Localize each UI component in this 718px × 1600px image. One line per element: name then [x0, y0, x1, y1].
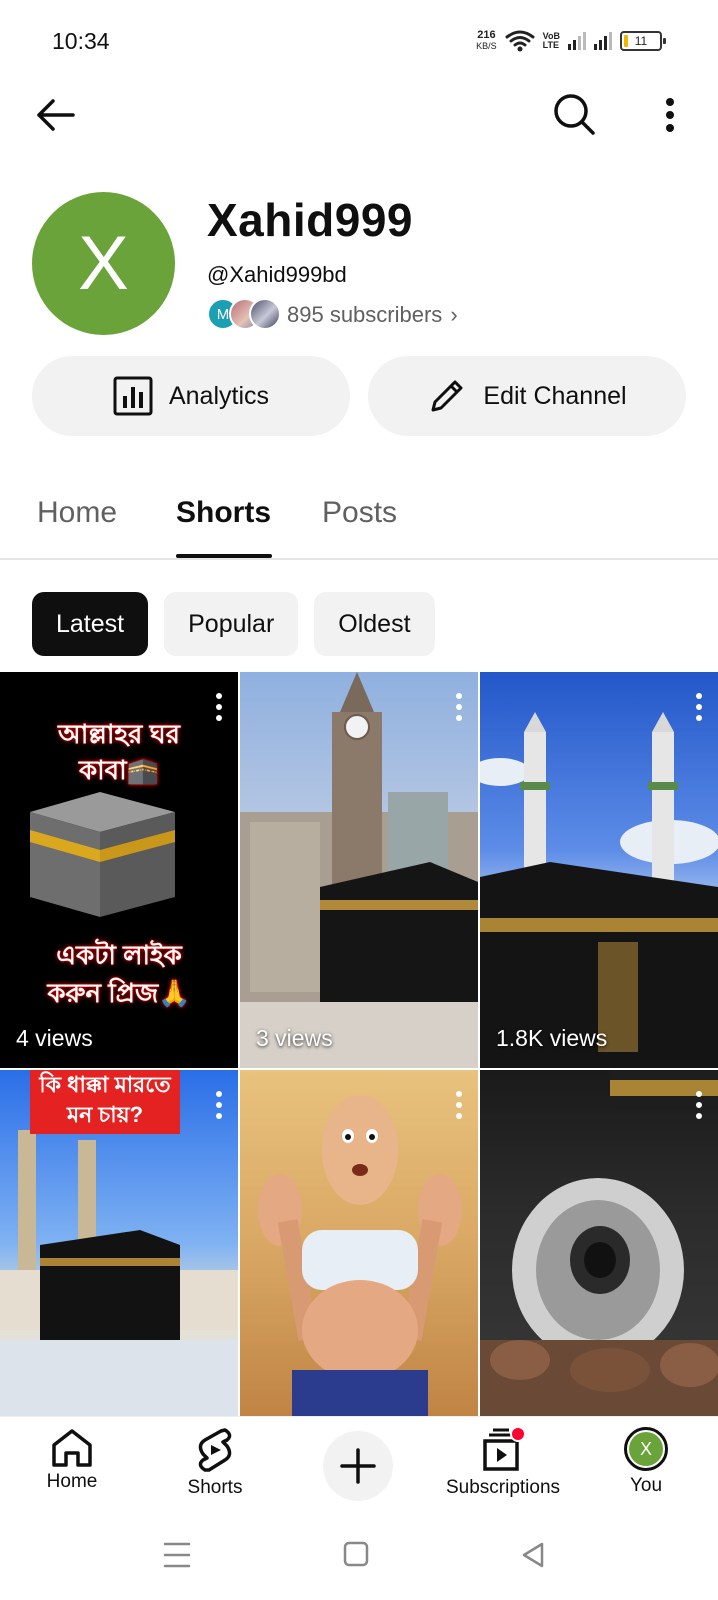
top-app-bar [0, 80, 718, 146]
active-tab-indicator [176, 554, 272, 558]
sort-chips: Latest Popular Oldest [32, 592, 435, 656]
plus-icon [340, 1448, 376, 1484]
subscriber-count: 895 subscribers [287, 302, 443, 327]
network-speed: 216 KB/S [476, 30, 497, 52]
thumbnail-caption: একটা লাইক করুন প্রিজ🙏 [47, 940, 191, 1008]
funny-person-image [258, 1095, 462, 1416]
search-button[interactable] [548, 88, 600, 140]
subscriber-avatar [249, 298, 281, 330]
short-thumbnail[interactable] [240, 1070, 478, 1416]
recent-apps-icon[interactable] [163, 1540, 191, 1570]
channel-tabs: Home Shorts Posts [0, 470, 718, 560]
more-vert-icon[interactable] [694, 1090, 704, 1120]
status-bar: 10:34 216 KB/S VoB LTE 11 [0, 0, 718, 80]
back-triangle-icon[interactable] [520, 1540, 546, 1570]
tab-posts[interactable]: Posts [322, 496, 397, 530]
nav-home-label: Home [46, 1471, 98, 1492]
nav-subscriptions-label: Subscriptions [445, 1477, 561, 1498]
status-time: 10:34 [52, 28, 110, 54]
subscriber-avatar-letter: M [216, 305, 230, 323]
analytics-label: Analytics [168, 381, 270, 410]
battery-icon: 11 [620, 31, 666, 51]
thumbnail-caption: কি ধাক্কা মারতে মন চায়? [30, 1070, 180, 1134]
clock-tower-image [240, 672, 478, 1068]
back-arrow-icon [37, 99, 75, 131]
short-thumbnail[interactable]: কি ধাক্কা মারতে মন চায়? [0, 1070, 238, 1416]
edit-channel-button[interactable]: Edit Channel [368, 356, 686, 436]
nav-you-label: You [629, 1475, 663, 1496]
you-avatar-letter: X [629, 1432, 663, 1466]
channel-avatar[interactable]: X [32, 192, 175, 335]
more-vert-icon[interactable] [454, 692, 464, 722]
channel-handle: @Xahid999bd [207, 262, 347, 287]
short-thumbnail[interactable] [480, 1070, 718, 1416]
notification-dot [510, 1427, 526, 1442]
nav-you[interactable]: X You [576, 1427, 716, 1497]
home-square-icon[interactable] [343, 1540, 369, 1568]
subscribers-link[interactable]: M 895 subscribers › [207, 298, 458, 332]
view-count: 1.8K views [496, 1025, 608, 1051]
nav-subscriptions[interactable]: Subscriptions [433, 1427, 573, 1499]
more-options-button[interactable] [650, 90, 690, 140]
chip-latest[interactable]: Latest [32, 592, 149, 656]
shorts-grid: আল্লাহর ঘর কাবা🕋 একটা লাইক করুন প্রিজ🙏 4… [0, 672, 718, 1416]
nav-shorts-label: Shorts [187, 1477, 243, 1498]
volte-bottom: LTE [542, 40, 559, 50]
more-vert-icon[interactable] [214, 692, 224, 722]
network-speed-unit: KB/S [476, 41, 497, 51]
more-vert-icon[interactable] [214, 1090, 224, 1120]
bottom-navigation: Home Shorts Subscriptions X You [0, 1416, 718, 1512]
analytics-icon [113, 376, 153, 416]
tab-shorts[interactable]: Shorts [176, 496, 271, 530]
chevron-right-icon: › [450, 302, 458, 327]
channel-avatar-letter: X [78, 221, 129, 306]
subscriptions-icon [483, 1427, 526, 1471]
short-thumbnail[interactable]: 1.8K views [480, 672, 718, 1068]
chip-popular[interactable]: Popular [164, 592, 299, 656]
volte-indicator: VoB LTE [543, 32, 560, 50]
signal-icon-sim1 [568, 32, 586, 50]
system-navigation-bar [0, 1512, 718, 1600]
you-avatar: X [624, 1427, 668, 1471]
kaaba-illustration [30, 792, 175, 917]
pencil-icon [431, 380, 463, 412]
more-vert-icon[interactable] [454, 1090, 464, 1120]
create-button[interactable] [323, 1431, 393, 1501]
wifi-icon [505, 30, 535, 52]
search-icon [554, 94, 595, 135]
more-vert-icon[interactable] [694, 692, 704, 722]
black-stone-image [480, 1070, 718, 1416]
battery-level: 11 [634, 34, 648, 48]
shorts-icon [198, 1428, 232, 1472]
nav-shorts[interactable]: Shorts [145, 1427, 285, 1499]
short-thumbnail[interactable]: 3 views [240, 672, 478, 1068]
thumbnail-caption: আল্লাহর ঘর কাবা🕋 [58, 719, 180, 785]
channel-header: X Xahid999 @Xahid999bd M 895 subscribers… [0, 190, 718, 340]
home-icon [52, 1429, 92, 1467]
more-vert-icon [666, 98, 674, 132]
channel-actions: Analytics Edit Channel [32, 356, 686, 436]
subscriber-avatars: M [207, 298, 281, 332]
edit-channel-label: Edit Channel [483, 381, 627, 410]
analytics-button[interactable]: Analytics [32, 356, 350, 436]
chip-oldest[interactable]: Oldest [314, 592, 435, 656]
minarets-image [480, 712, 718, 1068]
tab-home[interactable]: Home [37, 496, 117, 530]
status-icons: 216 KB/S VoB LTE 11 [476, 26, 666, 56]
network-speed-value: 216 [477, 29, 496, 41]
nav-home[interactable]: Home [2, 1427, 142, 1493]
back-button[interactable] [30, 90, 80, 140]
view-count: 3 views [256, 1025, 333, 1051]
short-thumbnail[interactable]: আল্লাহর ঘর কাবা🕋 একটা লাইক করুন প্রিজ🙏 4… [0, 672, 238, 1068]
view-count: 4 views [16, 1025, 93, 1051]
signal-icon-sim2 [594, 32, 612, 50]
channel-name: Xahid999 [207, 194, 413, 246]
